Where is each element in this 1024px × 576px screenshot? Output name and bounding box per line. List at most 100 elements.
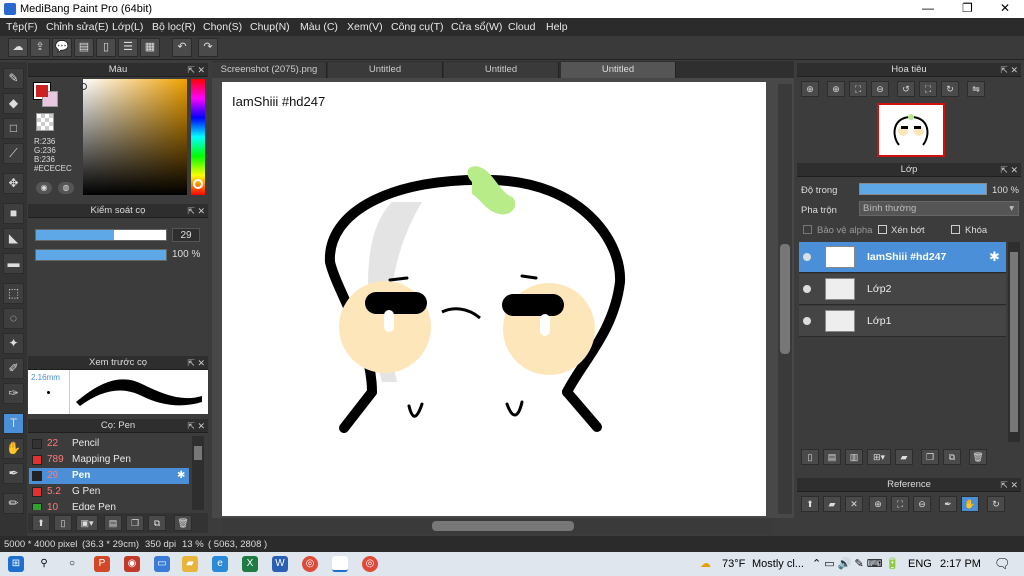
chat-icon[interactable]: ▤	[74, 38, 94, 57]
rotate-right-icon[interactable]: ↻	[941, 81, 959, 97]
new-1bit-layer-icon[interactable]: ▥	[845, 449, 863, 465]
hue-slider[interactable]	[191, 79, 205, 195]
brush-opacity-slider[interactable]	[35, 249, 167, 261]
layer-row-lop1[interactable]: Lớp1	[799, 306, 1006, 337]
menu-cloud[interactable]: Cloud	[508, 21, 535, 33]
panel-close-icon[interactable]: ⇱ ✕	[187, 204, 205, 218]
visibility-icon[interactable]	[803, 253, 811, 261]
zoom-in-icon[interactable]: ⊕	[827, 81, 845, 97]
panel-close-icon[interactable]: ⇱ ✕	[187, 419, 205, 433]
panel-close-icon[interactable]: ⇱ ✕	[187, 356, 205, 370]
menu-tools[interactable]: Công cụ(T)	[391, 21, 444, 33]
duplicate-layer-icon[interactable]: ❐	[921, 449, 939, 465]
eyedropper-icon[interactable]: ✒	[3, 463, 24, 484]
color-picker-square[interactable]	[80, 79, 187, 195]
select-rect-icon[interactable]: ⬚	[3, 283, 24, 304]
brush-item-mapping-pen[interactable]: 789 Mapping Pen	[29, 452, 189, 468]
flip-icon[interactable]: ⇋	[967, 81, 985, 97]
brush-item-g-pen[interactable]: 5.2 G Pen	[29, 484, 189, 500]
chrome-icon-2[interactable]: ◎	[362, 556, 378, 572]
eraser-tool-icon[interactable]: ◆	[3, 93, 24, 114]
new-8bit-layer-icon[interactable]: ▤	[823, 449, 841, 465]
folder-icon[interactable]: ▰	[895, 449, 913, 465]
search-icon[interactable]: ⚲	[36, 556, 52, 572]
menu-file[interactable]: Tệp(F)	[6, 21, 38, 33]
move-tool-icon[interactable]: ✥	[3, 173, 24, 194]
magic-wand-icon[interactable]: ✦	[3, 333, 24, 354]
hue-slider-handle[interactable]	[193, 179, 203, 189]
undo-icon[interactable]: ↶	[172, 38, 192, 57]
menu-filter[interactable]: Bộ lọc(R)	[152, 21, 196, 33]
menu-edit[interactable]: Chỉnh sửa(E)	[46, 21, 108, 33]
zoom-out-icon[interactable]: ⊖	[871, 81, 889, 97]
list-icon[interactable]: ☰	[118, 38, 138, 57]
panel-close-icon[interactable]: ⇱ ✕	[1000, 163, 1018, 177]
brush-size-slider[interactable]	[35, 229, 167, 241]
brush-doc-icon[interactable]: ▤	[104, 515, 122, 531]
add-brush-icon[interactable]: ⬆	[32, 515, 50, 531]
layers-scrollbar[interactable]	[1008, 242, 1020, 442]
scrollbar-thumb[interactable]	[1010, 252, 1018, 432]
close-button[interactable]: ✕	[1000, 1, 1010, 15]
close-reference-icon[interactable]: ✕	[845, 496, 863, 512]
grid-icon[interactable]: ▦	[140, 38, 160, 57]
maximize-button[interactable]: ❐	[962, 1, 973, 15]
line-tool-icon[interactable]: ⟋	[3, 143, 24, 164]
select-pen-icon[interactable]: ✐	[3, 358, 24, 379]
medibang-icon[interactable]	[332, 556, 348, 572]
open-folder-icon[interactable]: ▰	[823, 496, 841, 512]
desktop-icon[interactable]: ▭	[154, 556, 170, 572]
tab-untitled-1[interactable]: Untitled	[328, 62, 443, 78]
merge-layer-icon[interactable]: ⧉	[943, 449, 961, 465]
new-brush-icon[interactable]: ▯	[54, 515, 72, 531]
brush-item-pencil[interactable]: 22 Pencil	[29, 436, 189, 452]
eyedropper-icon[interactable]: ✒	[939, 496, 957, 512]
rotate-icon[interactable]: ↻	[987, 496, 1005, 512]
redo-icon[interactable]: ↷	[198, 38, 218, 57]
panel-close-icon[interactable]: ⇱ ✕	[187, 63, 205, 77]
menu-view[interactable]: Xem(V)	[347, 21, 383, 33]
panel-close-icon[interactable]: ⇱ ✕	[1000, 478, 1018, 492]
task-view-icon[interactable]: ○	[64, 556, 80, 572]
fill-rect-tool-icon[interactable]: ■	[3, 203, 24, 224]
panel-close-icon[interactable]: ⇱ ✕	[1000, 63, 1018, 77]
clock-time[interactable]: 2:17 PM	[940, 558, 981, 570]
menu-snap[interactable]: Chụp(N)	[250, 21, 290, 33]
delete-layer-icon[interactable]: 🗑	[969, 449, 987, 465]
excel-icon[interactable]: X	[242, 556, 258, 572]
add-layer-menu-icon[interactable]: ⊞▾	[867, 449, 891, 465]
scrollbar-thumb[interactable]	[780, 244, 790, 354]
start-icon[interactable]: ⊞	[8, 556, 24, 572]
brush-list-scrollbar[interactable]	[192, 436, 204, 510]
layer-settings-gear-icon[interactable]: ✱	[989, 249, 1000, 265]
menu-window[interactable]: Cửa sổ(W)	[451, 21, 502, 33]
pen-tool-icon[interactable]: ✏	[3, 493, 24, 514]
edge-icon[interactable]: e	[212, 556, 228, 572]
tab-screenshot[interactable]: Screenshot (2075).png	[212, 62, 327, 78]
tray-icons[interactable]: ⌃ ▭ 🔊 ✎ ⌨ 🔋	[812, 557, 899, 570]
cloud-icon[interactable]: ☁	[8, 38, 28, 57]
weather-text[interactable]: Mostly cl...	[752, 558, 804, 570]
clipping-checkbox[interactable]	[878, 225, 887, 234]
delete-brush-icon[interactable]: 🗑	[174, 515, 192, 531]
menu-color[interactable]: Màu (C)	[300, 21, 338, 33]
upload-icon[interactable]: ⇪	[30, 38, 50, 57]
visibility-icon[interactable]	[803, 285, 811, 293]
document-icon[interactable]: ▯	[96, 38, 116, 57]
canvas-horizontal-scrollbar[interactable]	[222, 518, 772, 534]
file-explorer-icon[interactable]: ▰	[182, 556, 198, 572]
navigator-thumbnail[interactable]	[877, 103, 945, 157]
bucket-tool-icon[interactable]: ◣	[3, 228, 24, 249]
layer-row-lop2[interactable]: Lớp2	[799, 274, 1006, 305]
brush-menu-icon[interactable]: ▣▾	[76, 515, 98, 531]
drawing-canvas[interactable]: IamShiii #hd247	[222, 82, 766, 516]
weather-icon[interactable]: ☁	[700, 557, 711, 570]
lock-checkbox[interactable]	[951, 225, 960, 234]
upload-reference-icon[interactable]: ⬆	[801, 496, 819, 512]
comment-icon[interactable]: 💬	[52, 38, 72, 57]
layer-row-text[interactable]: IamShiii #hd247 ✱	[799, 242, 1006, 273]
language-indicator[interactable]: ENG	[908, 558, 932, 570]
hand-tool-icon[interactable]: ✋	[3, 438, 24, 459]
brush-settings-gear-icon[interactable]: ✱	[177, 468, 185, 484]
select-eraser-icon[interactable]: ✑	[3, 383, 24, 404]
